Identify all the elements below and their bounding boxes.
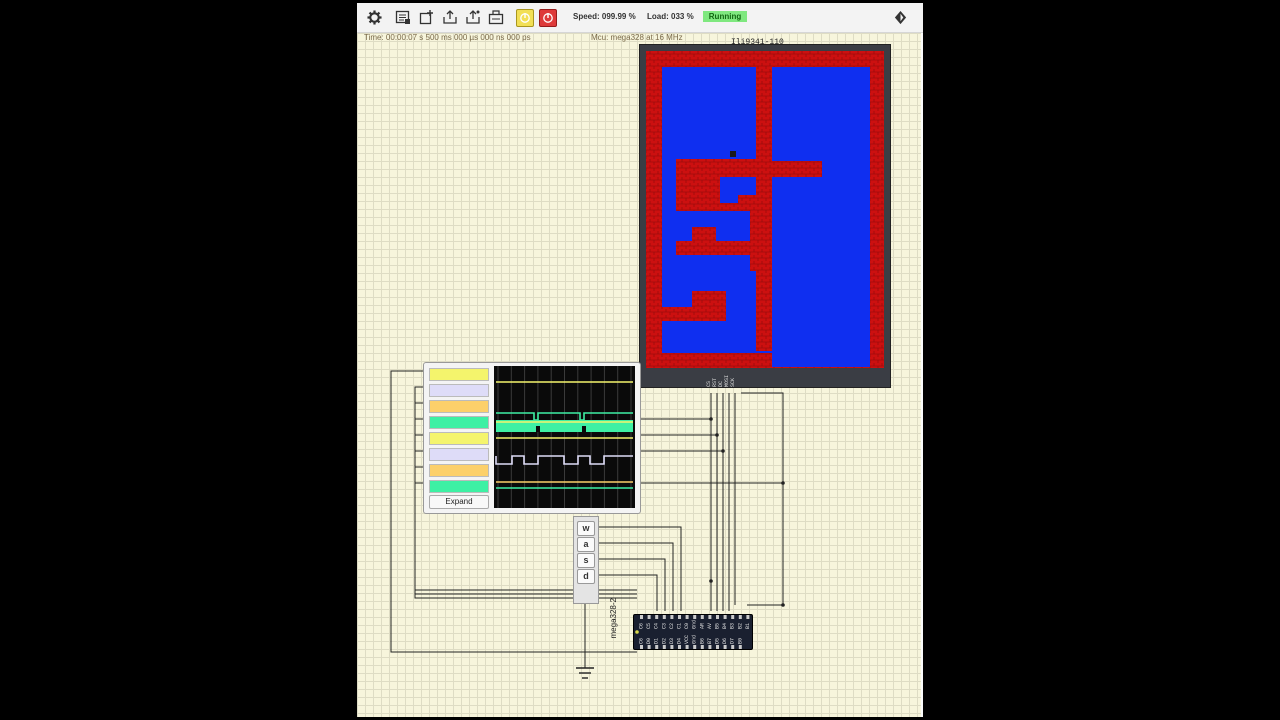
analyzer-scope — [494, 366, 635, 508]
mcu-pin-label: D5 — [715, 638, 721, 644]
mcu-pin-label: B6 — [699, 638, 705, 644]
display-pin-label: DC — [718, 381, 724, 388]
mcu-pin-label: D7 — [730, 638, 736, 644]
extensions-icon[interactable] — [891, 8, 909, 26]
key-a[interactable]: a — [577, 537, 595, 552]
toolbar: Speed: 099.99 % Load: 033 % Running — [357, 3, 923, 33]
expand-button[interactable]: Expand — [429, 495, 489, 509]
mcu-pin-label: B0 — [737, 638, 743, 644]
display-pin-label: RST — [712, 378, 718, 388]
load-readout: Load: 033 % — [647, 12, 694, 21]
analyzer-channel-6[interactable] — [429, 448, 489, 461]
mcu-pin-label: C6 — [639, 623, 645, 629]
mcu-pin-label: C2 — [669, 623, 675, 629]
analyzer-channel-4[interactable] — [429, 416, 489, 429]
analyzer-channel-1[interactable] — [429, 368, 489, 381]
pause-icon[interactable] — [516, 9, 534, 27]
mcu-info-readout: Mcu: mega328 at 16 MHz — [591, 33, 683, 42]
key-s[interactable]: s — [577, 553, 595, 568]
speed-readout: Speed: 099.99 % — [573, 12, 636, 21]
mcu-pin-label: D6 — [722, 638, 728, 644]
gear-icon[interactable] — [365, 8, 383, 26]
library-icon[interactable] — [487, 8, 505, 26]
scope-trace — [495, 455, 633, 465]
mcu-pin-label: B3 — [730, 623, 736, 629]
mcu-pin-label: D4 — [677, 638, 683, 644]
mcu-pin-label: D3 — [669, 638, 675, 644]
display-pin-label: MOSI — [724, 375, 730, 388]
open-icon[interactable] — [394, 8, 412, 26]
mcu-pin1-marker — [635, 630, 639, 634]
display-pins: CS RST DC MOSI SCK — [706, 375, 736, 388]
analyzer-channel-2[interactable] — [429, 384, 489, 397]
key-w[interactable]: w — [577, 521, 595, 536]
export-icon[interactable] — [464, 8, 482, 26]
mcu-pin-label: AR — [699, 623, 705, 629]
mcu-pin-label: C6 — [639, 638, 645, 644]
mcu-pin-label: B7 — [707, 638, 713, 644]
mcu-pin-label: C1 — [677, 623, 683, 629]
mcu-pin-label: C4 — [654, 623, 660, 629]
analyzer-channel-7[interactable] — [429, 464, 489, 477]
mcu-pin-label: D1 — [654, 638, 660, 644]
maze-floor — [662, 67, 870, 367]
circuit-canvas[interactable]: Time: 00:00:07 s 500 ms 000 µs 000 ns 00… — [357, 33, 921, 717]
maze-game-screen — [646, 51, 884, 368]
ground-symbol — [576, 667, 594, 679]
analyzer-channel-5[interactable] — [429, 432, 489, 445]
logic-analyzer[interactable]: Expand — [423, 362, 641, 514]
mcu-pin-label: B4 — [722, 623, 728, 629]
analyzer-channel-3[interactable] — [429, 400, 489, 413]
mcu-pin-label: AV — [707, 623, 713, 629]
mcu-pin-label: B2 — [737, 623, 743, 629]
mcu-pin-label: C0 — [684, 623, 690, 629]
mcu-label: mega328-2 — [609, 598, 618, 639]
mega328-chip[interactable]: C6 C5 C4 C3 C2 C1 C0 Gnd AR AV B5 B4 B3 B2 B1 C6 D0 D1 D2 D… — [633, 614, 753, 650]
analyzer-channel-8[interactable] — [429, 480, 489, 493]
mcu-pin-label: D0 — [646, 638, 652, 644]
display-pin-label: SCK — [730, 378, 736, 388]
mcu-pin-label: C5 — [646, 623, 652, 629]
mcu-pin-label: D2 — [661, 638, 667, 644]
mcu-pin-label: Gnd — [692, 620, 698, 629]
sim-time-readout: Time: 00:00:07 s 500 ms 000 µs 000 ns 00… — [364, 33, 531, 42]
key-d[interactable]: d — [577, 569, 595, 584]
stop-icon[interactable] — [539, 9, 557, 27]
upload-icon[interactable] — [441, 8, 459, 26]
player-sprite — [730, 151, 736, 157]
mcu-pin-label: Gnd — [692, 635, 698, 644]
running-status-badge: Running — [703, 11, 747, 22]
simulator-window: Speed: 099.99 % Load: 033 % Running Time… — [357, 3, 923, 717]
ili9341-display[interactable]: CS RST DC MOSI SCK — [639, 44, 891, 388]
new-icon[interactable] — [418, 8, 436, 26]
display-pin-label: CS — [706, 381, 712, 388]
mcu-pin-label: B5 — [715, 623, 721, 629]
mcu-pin-label: C3 — [661, 623, 667, 629]
keypad: wasd — [573, 516, 599, 604]
mcu-pin-label: B1 — [745, 623, 751, 629]
mcu-pin-label: VCC — [684, 635, 690, 644]
